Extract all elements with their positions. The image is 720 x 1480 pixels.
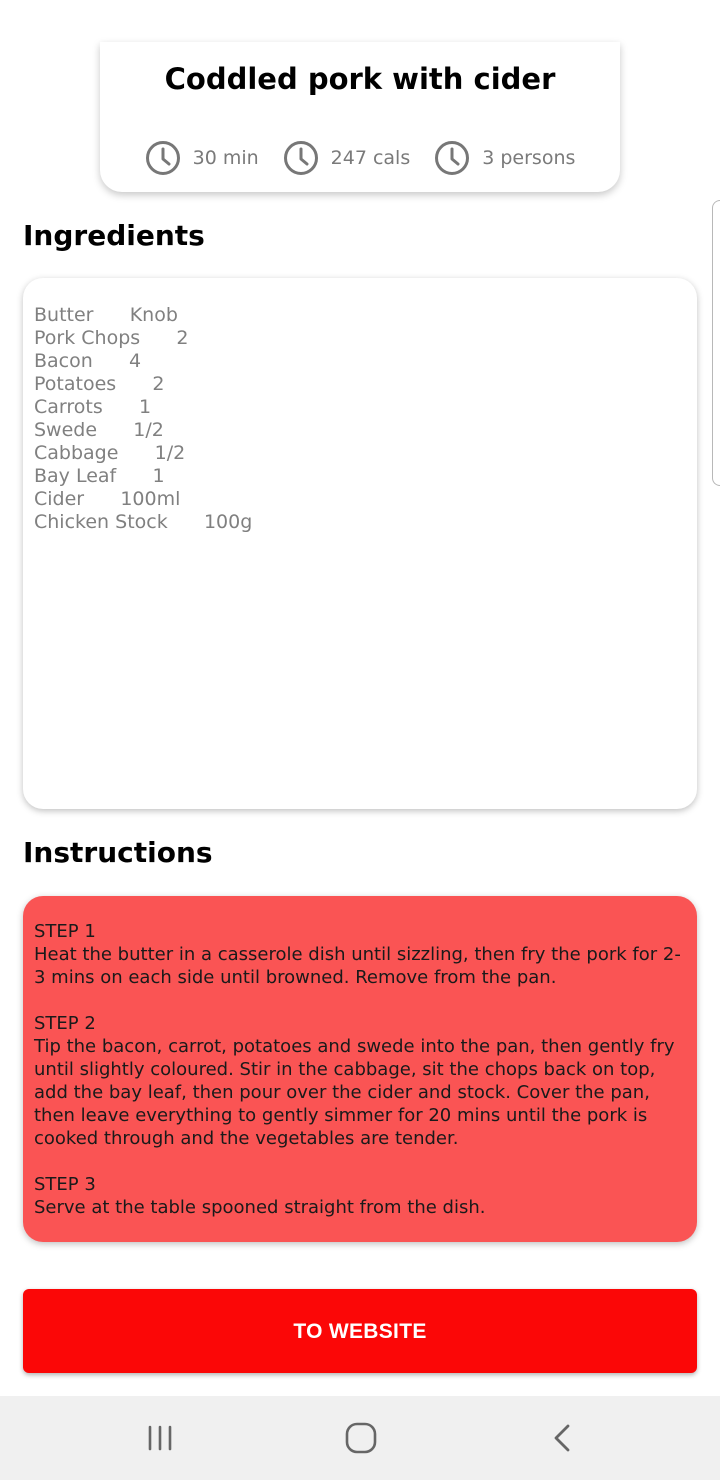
step-text: Heat the butter in a casserole dish unti… [34, 944, 681, 988]
to-website-button[interactable]: TO WEBSITE [23, 1289, 697, 1373]
recents-button[interactable] [120, 1396, 200, 1480]
back-button[interactable] [523, 1396, 603, 1480]
instructions-card: STEP 1 Heat the butter in a casserole di… [23, 896, 697, 1242]
step-text: Tip the bacon, carrot, potatoes and swed… [34, 1036, 675, 1149]
instruction-step: STEP 3 Serve at the table spooned straig… [34, 1173, 689, 1219]
ingredient-item: Butter Knob [34, 304, 178, 326]
recipe-meta-row: 30 min 247 cals 3 persons [100, 140, 620, 176]
ingredients-heading: Ingredients [23, 219, 205, 252]
step-text: Serve at the table spooned straight from… [34, 1197, 486, 1218]
servings: 3 persons [434, 140, 575, 176]
clock-icon [435, 141, 470, 175]
instruction-step: STEP 1 Heat the butter in a casserole di… [34, 920, 689, 989]
prep-time-label: 30 min [192, 147, 259, 169]
calories: 247 cals [283, 140, 411, 176]
system-navigation-bar [0, 1396, 720, 1480]
ingredient-item: Potatoes 2 [34, 373, 165, 395]
step-label: STEP 3 [34, 1174, 96, 1195]
clock-icon [145, 141, 180, 175]
back-icon [554, 1424, 570, 1452]
ingredients-list: Butter Knob Pork Chops 2 Bacon 4 Potatoe… [34, 304, 252, 534]
ingredient-item: Bacon 4 [34, 350, 142, 372]
ingredient-item: Bay Leaf 1 [34, 465, 165, 487]
instructions-body: STEP 1 Heat the butter in a casserole di… [34, 920, 689, 1242]
ingredient-item: Cider 100ml [34, 488, 181, 510]
recipe-detail-screen: Coddled pork with cider 30 min 247 cals [0, 0, 720, 1480]
ingredients-card: Butter Knob Pork Chops 2 Bacon 4 Potatoe… [23, 278, 697, 809]
home-icon [345, 1422, 377, 1454]
prep-time: 30 min [145, 140, 259, 176]
step-label: STEP 2 [34, 1013, 96, 1034]
clock-icon [283, 141, 318, 175]
scroll-indicator[interactable] [712, 200, 720, 486]
recipe-header-card: Coddled pork with cider 30 min 247 cals [100, 42, 620, 192]
ingredient-item: Carrots 1 [34, 396, 152, 418]
servings-label: 3 persons [482, 147, 576, 169]
instructions-heading: Instructions [23, 836, 213, 869]
calories-label: 247 cals [330, 147, 411, 169]
ingredient-item: Chicken Stock 100g [34, 511, 253, 533]
recipe-title: Coddled pork with cider [164, 62, 556, 96]
instruction-step: STEP 2 Tip the bacon, carrot, potatoes a… [34, 1012, 689, 1150]
ingredient-item: Pork Chops 2 [34, 327, 189, 349]
ingredient-item: Cabbage 1/2 [34, 442, 186, 464]
recents-icon [148, 1425, 172, 1451]
home-button[interactable] [321, 1396, 401, 1480]
ingredient-item: Swede 1/2 [34, 419, 164, 441]
step-label: STEP 1 [34, 921, 96, 942]
